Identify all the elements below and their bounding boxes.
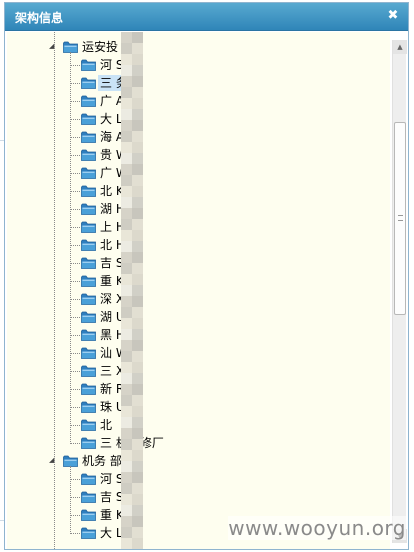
tree-item[interactable]: 贵 WE (7, 146, 367, 164)
org-structure-dialog: 架构信息 ✖ ◢ 运安投河 SO 三 务广 AN 大 LC 海 AK 贵 WE 广 WL 北 … (4, 2, 409, 550)
folder-icon (81, 239, 96, 251)
tree-connector (70, 317, 80, 318)
tree-connector (70, 389, 80, 390)
tree-item[interactable]: 海 AK (7, 128, 367, 146)
tree-item[interactable]: 深 X (7, 290, 367, 308)
close-icon[interactable]: ✖ (386, 9, 400, 23)
tree-item[interactable]: 新 RC (7, 380, 367, 398)
tree-item[interactable]: 汕 WA (7, 344, 367, 362)
tree-item[interactable]: 三 机维修厂 (7, 434, 367, 452)
tree-connector (70, 281, 80, 282)
folder-icon (81, 347, 96, 359)
tree-connector (70, 155, 80, 156)
scrollbar-thumb[interactable] (394, 122, 406, 315)
folder-icon (81, 131, 96, 143)
folder-icon (81, 293, 96, 305)
tree-item[interactable]: 北 HE (7, 236, 367, 254)
watermark: www.wooyun.org (228, 516, 406, 540)
tree-connector (70, 209, 80, 210)
tree-item[interactable]: 北 (7, 416, 367, 434)
tree-connector (70, 425, 80, 426)
tree-item[interactable]: 三 X (7, 362, 367, 380)
folder-icon (81, 221, 96, 233)
folder-icon (81, 383, 96, 395)
dialog-title: 架构信息 (15, 11, 64, 25)
folder-icon (81, 167, 96, 179)
tree-item[interactable]: 广 WL (7, 164, 367, 182)
tree-item[interactable]: 广 AN (7, 92, 367, 110)
folder-icon (81, 59, 96, 71)
tree-connector (70, 533, 80, 534)
folder-icon (81, 95, 96, 107)
tree-connector (70, 173, 80, 174)
tree-connector (70, 371, 80, 372)
tree-connector (70, 466, 71, 534)
tree-item-label: 北 (100, 418, 113, 432)
tree-connector (70, 137, 80, 138)
tree-connector (70, 497, 80, 498)
tree-item[interactable]: 湖 UH (7, 308, 367, 326)
folder-icon (81, 185, 96, 197)
tree-connector (70, 227, 80, 228)
scroll-up-icon[interactable]: ▲ (393, 40, 407, 54)
folder-icon (81, 329, 96, 341)
tree-item[interactable]: 珠 UH (7, 398, 367, 416)
tree-group-node[interactable]: ◢ 机务 部 (7, 452, 367, 470)
tree-item[interactable]: 吉 SQ (7, 488, 367, 506)
folder-icon (81, 401, 96, 413)
tree-connector (70, 515, 80, 516)
tree-connector (70, 443, 80, 444)
folder-icon (81, 365, 96, 377)
tree-item[interactable]: 黑 HRB (7, 326, 367, 344)
dialog-titlebar[interactable]: 架构信息 ✖ (5, 3, 408, 31)
folder-icon (81, 275, 96, 287)
grip-icon (398, 215, 403, 221)
tree-connector (70, 52, 71, 444)
tree-group-label: 运安投 (82, 40, 119, 54)
folder-icon (81, 203, 96, 215)
vertical-scrollbar[interactable]: ▲ ▼ (392, 40, 407, 543)
folder-icon (81, 491, 96, 503)
tree-connector (70, 245, 80, 246)
folder-icon (81, 113, 96, 125)
tree-connector (70, 263, 80, 264)
folder-icon (81, 311, 96, 323)
tree-connector (54, 32, 55, 549)
folder-icon (81, 77, 96, 89)
tree-connector (70, 83, 80, 84)
folder-icon (81, 437, 96, 449)
tree-item[interactable]: 河 SO (7, 56, 367, 74)
tree-item[interactable]: 河 SO (7, 470, 367, 488)
tree-connector (70, 101, 80, 102)
tree-connector (70, 299, 80, 300)
tree-item[interactable]: 北 K (7, 182, 367, 200)
dialog-body: ◢ 运安投河 SO 三 务广 AN 大 LC 海 AK 贵 WE 广 WL 北 K湖 HA 上 … (5, 32, 408, 549)
tree-connector (70, 335, 80, 336)
tree-item[interactable]: 重 KG (7, 272, 367, 290)
tree-panel[interactable]: ◢ 运安投河 SO 三 务广 AN 大 LC 海 AK 贵 WE 广 WL 北 K湖 HA 上 … (7, 32, 390, 549)
tree-connector (70, 191, 80, 192)
tree-group-label: 机务 部 (82, 454, 122, 468)
tree-item[interactable]: 上 HA (7, 218, 367, 236)
folder-icon (81, 419, 96, 431)
tree-connector (70, 65, 80, 66)
folder-icon (81, 473, 96, 485)
tree-connector (70, 407, 80, 408)
tree-connector (70, 479, 80, 480)
tree-connector (70, 119, 80, 120)
tree-item[interactable]: 三 务 (7, 74, 367, 92)
tree-item[interactable]: 大 LC (7, 110, 367, 128)
tree-connector (70, 353, 80, 354)
folder-icon (81, 149, 96, 161)
folder-icon (81, 527, 96, 539)
tree-group-node[interactable]: ◢ 运安投 (7, 38, 367, 56)
folder-icon (81, 257, 96, 269)
tree-item[interactable]: 湖 HA (7, 200, 367, 218)
folder-icon (81, 509, 96, 521)
tree-item[interactable]: 吉 SQ (7, 254, 367, 272)
redaction-mosaic (121, 32, 143, 549)
